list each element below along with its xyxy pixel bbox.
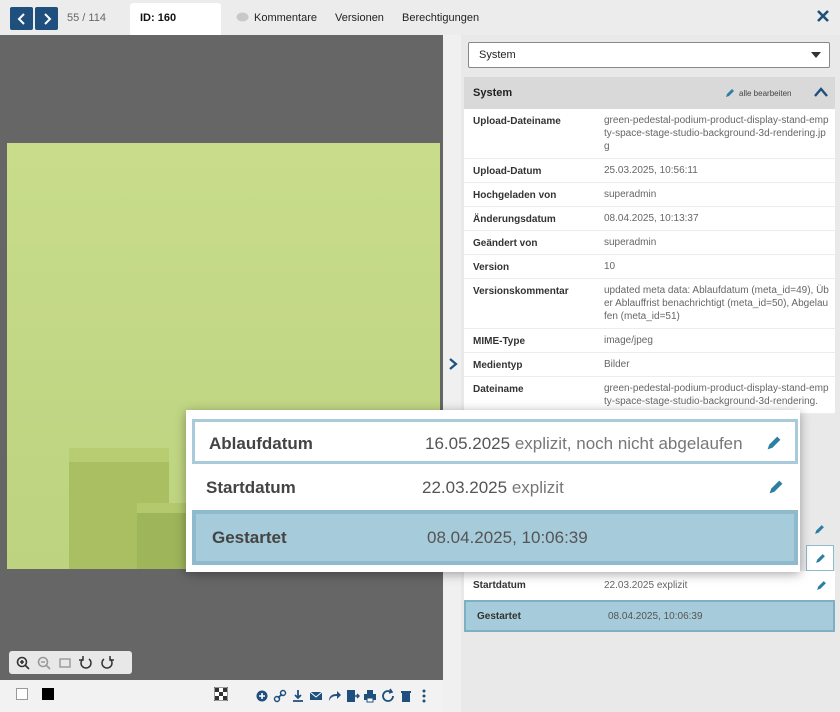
- share-icon[interactable]: [326, 688, 342, 704]
- metadata-row: Geändert von superadmin: [464, 231, 835, 255]
- pencil-icon[interactable]: [768, 479, 784, 495]
- metadata-value: image/jpeg: [604, 335, 653, 346]
- edit-button-focused[interactable]: [806, 545, 834, 571]
- metadata-key: Upload-Datum: [473, 166, 542, 177]
- chevron-left-icon: [17, 12, 25, 25]
- zoom-note: explizit: [511, 478, 564, 497]
- tab-versionen[interactable]: Versionen: [335, 12, 384, 24]
- metadata-row-gestartet: Gestartet 08.04.2025, 10:06:39: [464, 600, 835, 632]
- metadata-value: green-pedestal-podium-product-display-st…: [604, 115, 829, 152]
- metadata-value: green-pedestal-podium-product-display-st…: [604, 383, 829, 407]
- metadata-key: Version: [473, 262, 510, 273]
- edit-all-label: alle bearbeiten: [739, 88, 792, 98]
- pencil-icon: [726, 89, 734, 97]
- item-counter: 55 / 114: [67, 12, 106, 24]
- metadata-value: 25.03.2025, 10:56:11: [604, 165, 698, 176]
- comment-icon: [236, 12, 249, 22]
- metadata-value: superadmin: [604, 189, 657, 200]
- metadata-key: Änderungsdatum: [473, 214, 556, 225]
- rotate-left-icon[interactable]: [78, 655, 94, 671]
- zoom-row-startdatum: Startdatum 22.03.2025 explizit: [192, 466, 798, 510]
- metadata-row: Version 10: [464, 255, 835, 279]
- zoom-key: Startdatum: [206, 478, 296, 497]
- metadata-key: MIME-Type: [473, 336, 526, 347]
- expand-panel-icon[interactable]: [447, 357, 459, 371]
- metadata-row: Upload-Datum 25.03.2025, 10:56:11: [464, 159, 835, 183]
- rotate-right-icon[interactable]: [99, 655, 115, 671]
- zoom-row-gestartet: Gestartet 08.04.2025, 10:06:39: [192, 510, 798, 565]
- chevron-right-icon: [43, 12, 51, 25]
- file-export-icon[interactable]: [344, 688, 360, 704]
- metadata-key: Gestartet: [477, 611, 521, 622]
- refresh-icon[interactable]: [380, 688, 396, 704]
- metadata-value: superadmin: [604, 237, 657, 248]
- zoom-toolbar: [9, 651, 132, 674]
- zoom-in-icon[interactable]: [15, 655, 31, 671]
- next-button[interactable]: [35, 7, 58, 30]
- metadata-key: Versionskommentar: [473, 286, 569, 297]
- metadata-row: Medientyp Bilder: [464, 353, 835, 377]
- metadata-value: 08.04.2025, 10:13:37: [604, 213, 699, 224]
- chevron-up-icon[interactable]: [814, 87, 828, 97]
- metadata-key: Dateiname: [473, 384, 524, 395]
- tab-berechtigungen[interactable]: Berechtigungen: [402, 12, 479, 24]
- chevron-down-icon: [811, 52, 821, 58]
- previous-button[interactable]: [10, 7, 33, 30]
- trash-icon[interactable]: [398, 688, 414, 704]
- pencil-icon[interactable]: [766, 435, 782, 451]
- metadata-value: 08.04.2025, 10:06:39: [608, 611, 703, 622]
- zoom-date: 16.05.2025: [425, 434, 511, 453]
- close-icon[interactable]: [815, 8, 831, 24]
- action-icons: [254, 688, 432, 704]
- zoom-value: 16.05.2025 explizit, noch nicht abgelauf…: [425, 434, 743, 454]
- zoom-note: explizit, noch nicht abgelaufen: [514, 434, 743, 453]
- zoom-value: 22.03.2025 explizit: [422, 478, 564, 498]
- zoom-row-ablaufdatum: Ablaufdatum 16.05.2025 explizit, noch ni…: [192, 419, 798, 464]
- metadata-row: Versionskommentar updated meta data: Abla…: [464, 279, 835, 329]
- metadata-value: updated meta data: Ablaufdatum (meta_id=…: [604, 285, 829, 322]
- pencil-icon: [816, 554, 825, 563]
- metadata-key: Medientyp: [473, 360, 523, 371]
- pencil-icon[interactable]: [816, 580, 827, 591]
- metadata-key: Startdatum: [473, 580, 526, 591]
- checkerboard-icon[interactable]: [214, 687, 228, 701]
- metadata-row: Änderungsdatum 08.04.2025, 10:13:37: [464, 207, 835, 231]
- metadata-value: 22.03.2025 explizit: [604, 580, 688, 591]
- metadata-value: Bilder: [604, 359, 630, 370]
- metadata-row: MIME-Type image/jpeg: [464, 329, 835, 353]
- metadata-value: 10: [604, 261, 616, 272]
- download-icon[interactable]: [290, 688, 306, 704]
- zoom-key: Ablaufdatum: [209, 434, 313, 453]
- zoom-key: Gestartet: [212, 528, 287, 547]
- white-background-toggle[interactable]: [16, 688, 28, 700]
- metadata-row: Hochgeladen von superadmin: [464, 183, 835, 207]
- metadata-row: Upload-Dateiname green-pedestal-podium-pr…: [464, 109, 835, 159]
- fit-screen-icon[interactable]: [57, 655, 73, 671]
- zoom-out-icon[interactable]: [36, 655, 52, 671]
- zoom-date: 22.03.2025: [422, 478, 508, 497]
- metadata-group-select-value: System: [479, 49, 516, 61]
- black-background-toggle[interactable]: [42, 688, 54, 700]
- metadata-group-select[interactable]: System: [468, 42, 830, 68]
- mail-icon[interactable]: [308, 688, 324, 704]
- print-icon[interactable]: [362, 688, 378, 704]
- edit-all-button[interactable]: alle bearbeiten: [725, 88, 791, 98]
- pencil-icon[interactable]: [814, 524, 825, 535]
- more-vertical-icon[interactable]: [416, 688, 432, 704]
- link-icon[interactable]: [272, 688, 288, 704]
- tab-id[interactable]: ID: 160: [130, 3, 221, 35]
- metadata-key: Hochgeladen von: [473, 190, 557, 201]
- metadata-row-startdatum: Startdatum 22.03.2025 explizit: [464, 571, 835, 601]
- metadata-table: Upload-Dateiname green-pedestal-podium-pr…: [464, 109, 835, 414]
- metadata-key: Upload-Dateiname: [473, 116, 561, 127]
- metadata-row: Dateiname green-pedestal-podium-product-d…: [464, 377, 835, 414]
- tab-kommentare[interactable]: Kommentare: [254, 12, 317, 24]
- zoom-value: 08.04.2025, 10:06:39: [427, 528, 588, 547]
- add-icon[interactable]: [254, 688, 270, 704]
- metadata-key: Geändert von: [473, 238, 538, 249]
